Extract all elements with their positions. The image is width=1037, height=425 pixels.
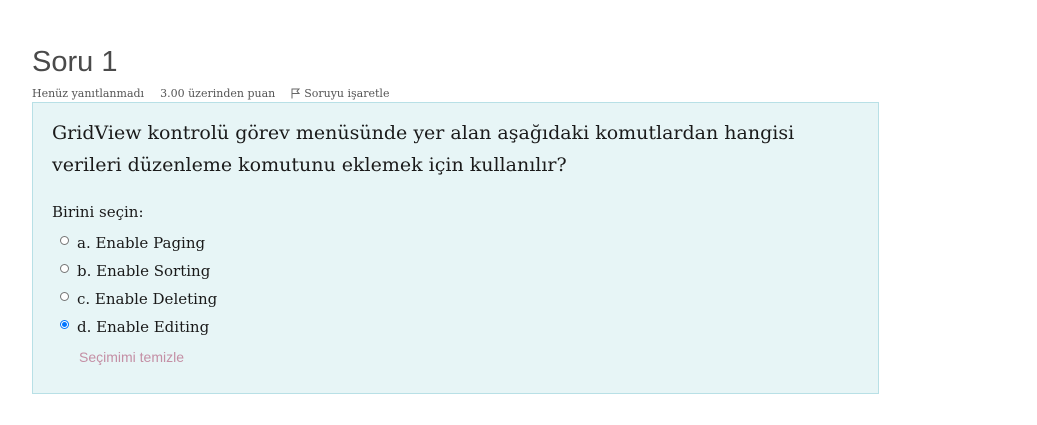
question-info: Henüz yanıtlanmadı 3.00 üzerinden puan S…: [32, 84, 879, 102]
question-state: Henüz yanıtlanmadı: [32, 86, 145, 100]
clear-selection-link[interactable]: Seçimimi temizle: [79, 349, 184, 365]
answer-radio-a[interactable]: [60, 235, 69, 245]
flag-icon: [291, 88, 301, 98]
answer-prompt: Birini seçin:: [52, 203, 144, 221]
flag-question-label: Soruyu işaretle: [304, 86, 390, 100]
question-grade: 3.00 üzerinden puan: [160, 86, 276, 100]
answer-option-d[interactable]: d. Enable Editing: [60, 313, 858, 341]
question-container: Soru 1 Henüz yanıtlanmadı 3.00 üzerinden…: [32, 44, 879, 394]
flag-question-link[interactable]: Soruyu işaretle: [291, 87, 389, 100]
answer-label-a[interactable]: a. Enable Paging: [77, 234, 205, 252]
question-title: Soru 1: [32, 46, 118, 78]
answer-option-c[interactable]: c. Enable Deleting: [60, 285, 858, 313]
answer-option-b[interactable]: b. Enable Sorting: [60, 257, 858, 285]
answer-list: a. Enable Paging b. Enable Sorting c. En…: [52, 229, 858, 341]
answer-label-c[interactable]: c. Enable Deleting: [77, 290, 217, 308]
answer-radio-d[interactable]: [60, 319, 69, 329]
answer-option-a[interactable]: a. Enable Paging: [60, 229, 858, 257]
answer-label-b[interactable]: b. Enable Sorting: [77, 262, 210, 280]
answer-label-d[interactable]: d. Enable Editing: [77, 318, 209, 336]
question-content-box: GridView kontrolü görev menüsünde yer al…: [32, 102, 879, 394]
answer-radio-b[interactable]: [60, 263, 69, 273]
answer-radio-c[interactable]: [60, 291, 69, 301]
question-text: GridView kontrolü görev menüsünde yer al…: [52, 122, 795, 176]
